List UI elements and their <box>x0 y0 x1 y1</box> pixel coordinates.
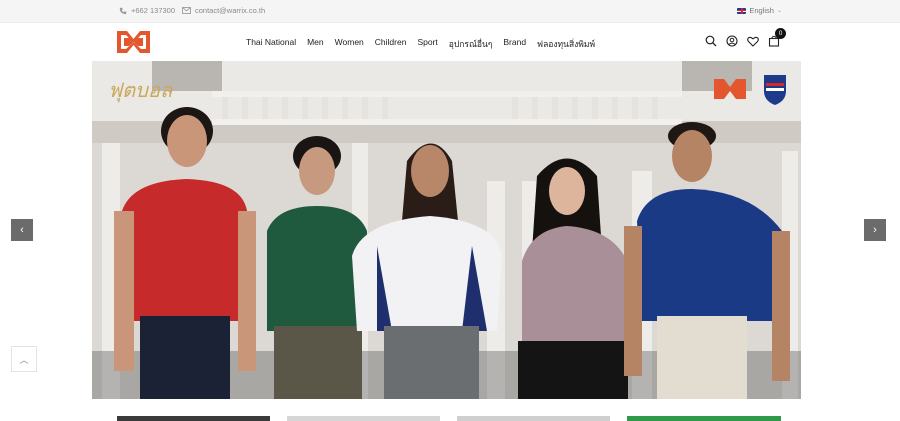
chevron-right-icon: › <box>873 224 877 236</box>
nav-accessories[interactable]: อุปกรณ์อื่นๆ <box>449 37 493 51</box>
category-thumb-1[interactable] <box>117 416 270 421</box>
chevron-down-icon: ⌄ <box>776 8 782 14</box>
phone-icon <box>118 6 127 15</box>
hero-banner[interactable]: ฟุตบอล <box>92 61 801 399</box>
nav-collections[interactable]: ฟลองทุนสิ่งพิมพ์ <box>537 37 595 51</box>
site-header: Thai National Men Women Children Sport อ… <box>0 23 900 61</box>
language-label: English <box>749 6 774 15</box>
warrix-logo[interactable] <box>117 31 150 53</box>
phone-contact[interactable]: +662 137300 <box>118 6 175 15</box>
hero-photo: ฟุตบอล <box>92 61 801 399</box>
phone-number: +662 137300 <box>131 6 176 15</box>
chevron-left-icon: ‹ <box>20 224 24 236</box>
hero-prev-button[interactable]: ‹ <box>11 219 33 241</box>
category-thumb-3[interactable] <box>457 416 610 421</box>
nav-women[interactable]: Women <box>335 37 364 51</box>
account-icon[interactable] <box>726 35 738 47</box>
main-nav: Thai National Men Women Children Sport อ… <box>246 37 606 51</box>
wishlist-heart-icon[interactable] <box>747 35 759 47</box>
nav-thai-national[interactable]: Thai National <box>246 37 296 51</box>
nav-brand[interactable]: Brand <box>503 37 526 51</box>
top-utility-bar: +662 137300 contact@warrix.co.th English… <box>0 0 900 23</box>
nav-children[interactable]: Children <box>375 37 407 51</box>
email-contact[interactable]: contact@warrix.co.th <box>182 6 265 15</box>
chevron-up-icon: ︿ <box>19 354 29 365</box>
uk-flag-icon <box>737 7 747 14</box>
back-to-top-button[interactable]: ︿ <box>11 346 37 372</box>
email-address: contact@warrix.co.th <box>195 6 266 15</box>
category-thumb-4[interactable] <box>627 416 781 421</box>
nav-sport[interactable]: Sport <box>417 37 437 51</box>
category-thumb-2[interactable] <box>287 416 440 421</box>
search-icon[interactable] <box>705 35 717 47</box>
header-icons: 0 <box>705 28 786 47</box>
language-selector[interactable]: English ⌄ <box>737 6 782 15</box>
cart-count-badge: 0 <box>775 28 786 39</box>
mail-icon <box>182 6 191 15</box>
cart-icon[interactable]: 0 <box>768 28 786 47</box>
svg-text:ฟุตบอล: ฟุตบอล <box>108 78 174 103</box>
nav-men[interactable]: Men <box>307 37 324 51</box>
hero-next-button[interactable]: › <box>864 219 886 241</box>
